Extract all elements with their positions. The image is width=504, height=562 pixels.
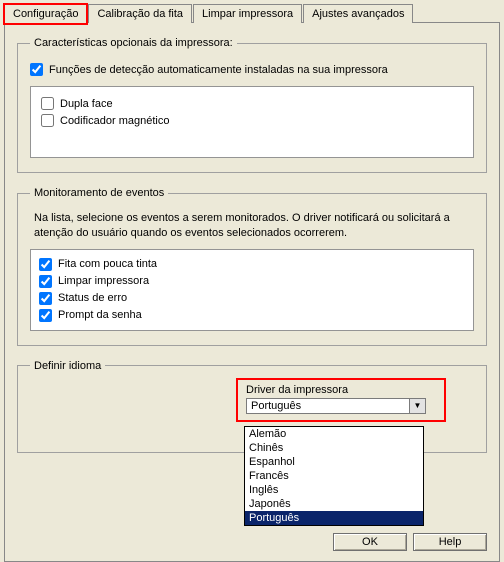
option-chines[interactable]: Chinês — [245, 441, 423, 455]
checkbox-low-ribbon[interactable] — [39, 258, 52, 271]
label-duplex: Dupla face — [60, 98, 113, 110]
group-optional-features: Características opcionais da impressora:… — [17, 37, 487, 173]
label-error-status: Status de erro — [58, 292, 127, 304]
tab-panel: Características opcionais da impressora:… — [4, 22, 500, 562]
option-espanhol[interactable]: Espanhol — [245, 455, 423, 469]
ok-button[interactable]: OK — [333, 533, 407, 551]
legend-language: Definir idioma — [30, 360, 105, 372]
legend-optional: Características opcionais da impressora: — [30, 37, 237, 49]
chevron-down-icon[interactable]: ▼ — [409, 399, 425, 413]
option-japones[interactable]: Japonês — [245, 497, 423, 511]
checkbox-auto-detect[interactable] — [30, 63, 43, 76]
combo-language[interactable]: Português ▼ — [246, 398, 426, 414]
row-duplex: Dupla face — [41, 97, 463, 110]
checkbox-clean-printer[interactable] — [39, 275, 52, 288]
label-mag-encoder: Codificador magnético — [60, 115, 169, 127]
row-password-prompt: Prompt da senha — [39, 309, 465, 322]
event-list: Fita com pouca tinta Limpar impressora S… — [30, 249, 474, 331]
option-alemao[interactable]: Alemão — [245, 427, 423, 441]
row-low-ribbon: Fita com pouca tinta — [39, 258, 465, 271]
label-low-ribbon: Fita com pouca tinta — [58, 258, 157, 270]
label-driver: Driver da impressora — [246, 384, 436, 396]
checkbox-error-status[interactable] — [39, 292, 52, 305]
option-portugues[interactable]: Português — [245, 511, 423, 525]
events-description: Na lista, selecione os eventos a serem m… — [34, 211, 470, 241]
row-clean-printer: Limpar impressora — [39, 275, 465, 288]
label-password-prompt: Prompt da senha — [58, 309, 142, 321]
tab-strip: Configuração Calibração da fita Limpar i… — [4, 4, 504, 23]
combo-language-value: Português — [247, 399, 409, 413]
dialog-button-row: OK Help — [333, 533, 487, 551]
checkbox-mag-encoder[interactable] — [41, 114, 54, 127]
tab-ajustes[interactable]: Ajustes avançados — [303, 4, 413, 23]
row-mag-encoder: Codificador magnético — [41, 114, 463, 127]
tab-limpar[interactable]: Limpar impressora — [193, 4, 302, 23]
group-event-monitoring: Monitoramento de eventos Na lista, selec… — [17, 187, 487, 346]
checkbox-duplex[interactable] — [41, 97, 54, 110]
row-auto-detect: Funções de detecção automaticamente inst… — [30, 63, 474, 76]
driver-highlight-box: Driver da impressora Português ▼ — [236, 378, 446, 422]
legend-events: Monitoramento de eventos — [30, 187, 168, 199]
checkbox-password-prompt[interactable] — [39, 309, 52, 322]
label-clean-printer: Limpar impressora — [58, 275, 149, 287]
optional-inner-box: Dupla face Codificador magnético — [30, 86, 474, 158]
option-frances[interactable]: Francês — [245, 469, 423, 483]
tab-calibracao[interactable]: Calibração da fita — [88, 4, 192, 23]
tab-configuracao[interactable]: Configuração — [4, 4, 87, 24]
group-language: Definir idioma Driver da impressora Port… — [17, 360, 487, 453]
row-error-status: Status de erro — [39, 292, 465, 305]
help-button[interactable]: Help — [413, 533, 487, 551]
dropdown-language[interactable]: Alemão Chinês Espanhol Francês Inglês Ja… — [244, 426, 424, 526]
option-ingles[interactable]: Inglês — [245, 483, 423, 497]
label-auto-detect: Funções de detecção automaticamente inst… — [49, 64, 388, 76]
